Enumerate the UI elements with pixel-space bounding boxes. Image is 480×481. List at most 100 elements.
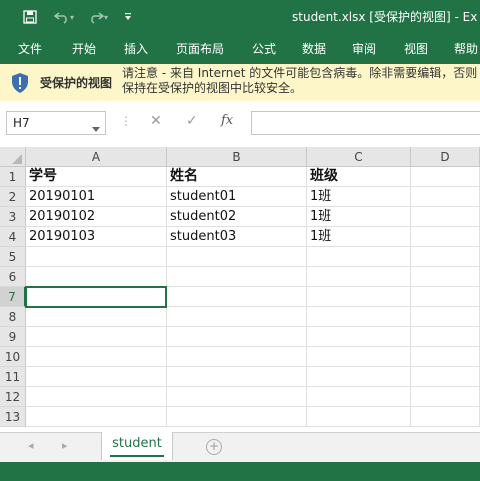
row-header-6[interactable]: 6 <box>0 267 26 287</box>
row-header-11[interactable]: 11 <box>0 367 26 387</box>
name-box[interactable]: H7 <box>6 111 106 135</box>
undo-dropdown-icon[interactable]: ▾ <box>66 0 78 34</box>
cell-d11[interactable] <box>411 367 480 387</box>
protected-view-message: 请注意 - 来自 Internet 的文件可能包含病毒。除非需要编辑，否则保持在… <box>122 66 478 95</box>
chevron-down-icon[interactable] <box>92 121 100 135</box>
tab-help[interactable]: 帮助 <box>454 34 478 64</box>
tab-data[interactable]: 数据 <box>302 34 326 64</box>
cell-c5[interactable] <box>307 247 411 267</box>
cell-d13[interactable] <box>411 407 480 427</box>
tab-view[interactable]: 视图 <box>404 34 428 64</box>
formula-bar: H7 ⋮ ✕ ✓ fx <box>0 101 480 147</box>
cell-a8[interactable] <box>26 307 167 327</box>
cell-c1[interactable]: 班级 <box>307 167 411 187</box>
cell-a9[interactable] <box>26 327 167 347</box>
cell-c6[interactable] <box>307 267 411 287</box>
cell-a10[interactable] <box>26 347 167 367</box>
column-header-b[interactable]: B <box>167 147 307 167</box>
cell-c2[interactable]: 1班 <box>307 187 411 207</box>
column-header-d[interactable]: D <box>411 147 480 167</box>
scroll-left-icon[interactable]: ◂ <box>28 439 34 452</box>
tab-review[interactable]: 审阅 <box>352 34 376 64</box>
cell-a6[interactable] <box>26 267 167 287</box>
row-header-8[interactable]: 8 <box>0 307 26 327</box>
cell-c13[interactable] <box>307 407 411 427</box>
cell-a2[interactable]: 20190101 <box>26 187 167 207</box>
cell-b11[interactable] <box>167 367 307 387</box>
cell-c11[interactable] <box>307 367 411 387</box>
cell-d9[interactable] <box>411 327 480 347</box>
sheet-tab-student[interactable]: student <box>101 432 173 460</box>
cell-b7[interactable] <box>167 287 307 307</box>
row-header-4[interactable]: 4 <box>0 227 26 247</box>
cell-a11[interactable] <box>26 367 167 387</box>
row-header-10[interactable]: 10 <box>0 347 26 367</box>
save-icon[interactable] <box>18 0 42 34</box>
customize-toolbar-icon[interactable] <box>116 0 140 34</box>
cell-a3[interactable]: 20190102 <box>26 207 167 227</box>
cancel-icon[interactable]: ✕ <box>150 113 162 129</box>
formula-input[interactable] <box>251 111 480 135</box>
row-header-12[interactable]: 12 <box>0 387 26 407</box>
cell-d7[interactable] <box>411 287 480 307</box>
column-header-a[interactable]: A <box>26 147 167 167</box>
sheet-tab-underline <box>110 455 164 457</box>
cell-a5[interactable] <box>26 247 167 267</box>
cell-b4[interactable]: student03 <box>167 227 307 247</box>
cell-d5[interactable] <box>411 247 480 267</box>
cell-b12[interactable] <box>167 387 307 407</box>
cell-d6[interactable] <box>411 267 480 287</box>
scroll-right-icon[interactable]: ▸ <box>62 439 68 452</box>
cell-d12[interactable] <box>411 387 480 407</box>
cell-d1[interactable] <box>411 167 480 187</box>
select-all-corner[interactable] <box>0 147 26 167</box>
insert-function-button[interactable]: fx <box>221 113 233 128</box>
cell-d8[interactable] <box>411 307 480 327</box>
cell-b1[interactable]: 姓名 <box>167 167 307 187</box>
cell-b13[interactable] <box>167 407 307 427</box>
cell-b3[interactable]: student02 <box>167 207 307 227</box>
cell-c7[interactable] <box>307 287 411 307</box>
cell-d10[interactable] <box>411 347 480 367</box>
plus-icon[interactable]: + <box>206 439 222 455</box>
tab-page-layout[interactable]: 页面布局 <box>176 34 224 64</box>
cell-b6[interactable] <box>167 267 307 287</box>
tab-file[interactable]: 文件 <box>18 34 42 64</box>
row-header-2[interactable]: 2 <box>0 187 26 207</box>
cell-b8[interactable] <box>167 307 307 327</box>
cell-c12[interactable] <box>307 387 411 407</box>
shield-icon <box>10 72 30 97</box>
cell-a13[interactable] <box>26 407 167 427</box>
cell-a4[interactable]: 20190103 <box>26 227 167 247</box>
cell-c9[interactable] <box>307 327 411 347</box>
cell-b10[interactable] <box>167 347 307 367</box>
row-header-7[interactable]: 7 <box>0 287 26 307</box>
cell-d4[interactable] <box>411 227 480 247</box>
cell-a1[interactable]: 学号 <box>26 167 167 187</box>
row-header-1[interactable]: 1 <box>0 167 26 187</box>
tab-insert[interactable]: 插入 <box>124 34 148 64</box>
cell-c4[interactable]: 1班 <box>307 227 411 247</box>
cell-d3[interactable] <box>411 207 480 227</box>
protected-view-title: 受保护的视图 <box>40 76 113 90</box>
tab-formulas[interactable]: 公式 <box>252 34 276 64</box>
cell-b9[interactable] <box>167 327 307 347</box>
row-header-13[interactable]: 13 <box>0 407 26 427</box>
cell-b2[interactable]: student01 <box>167 187 307 207</box>
redo-dropdown-icon[interactable]: ▾ <box>100 0 112 34</box>
cell-b5[interactable] <box>167 247 307 267</box>
worksheet-grid[interactable]: A B C D 1 学号 姓名 班级 2 20190101 student01 1班 3 2019… <box>0 147 480 432</box>
cell-c10[interactable] <box>307 347 411 367</box>
column-header-c[interactable]: C <box>307 147 411 167</box>
cell-c8[interactable] <box>307 307 411 327</box>
tab-home[interactable]: 开始 <box>72 34 96 64</box>
enter-icon[interactable]: ✓ <box>186 113 198 129</box>
row-header-9[interactable]: 9 <box>0 327 26 347</box>
cell-d2[interactable] <box>411 187 480 207</box>
name-box-value: H7 <box>13 116 30 130</box>
cell-a12[interactable] <box>26 387 167 407</box>
cell-c3[interactable]: 1班 <box>307 207 411 227</box>
row-header-5[interactable]: 5 <box>0 247 26 267</box>
title-bar: ▾ ▾ student.xlsx [受保护的视图] - Ex <box>0 0 480 34</box>
row-header-3[interactable]: 3 <box>0 207 26 227</box>
